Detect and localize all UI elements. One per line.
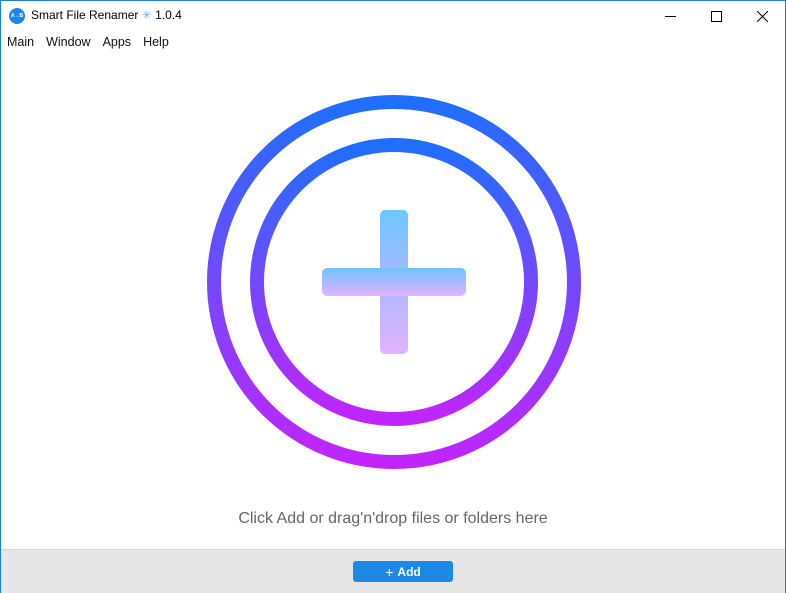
menu-apps[interactable]: Apps [97, 32, 138, 52]
drop-hint-text: Click Add or drag'n'drop files or folder… [238, 510, 548, 527]
app-window: A→B Smart File Renamer ✳ 1.0.4 Main Wind… [0, 0, 786, 593]
menu-main[interactable]: Main [1, 32, 40, 52]
close-button[interactable] [739, 1, 785, 31]
footer-bar: + Add [1, 549, 785, 593]
add-button[interactable]: + Add [353, 561, 453, 582]
menu-help[interactable]: Help [137, 32, 175, 52]
app-logo-icon: A→B [9, 8, 25, 24]
plus-sign [322, 210, 466, 354]
menu-window[interactable]: Window [40, 32, 96, 52]
app-version: 1.0.4 [155, 8, 182, 22]
maximize-icon [710, 10, 722, 22]
app-name: Smart File Renamer [31, 8, 139, 22]
add-circle-icon[interactable] [206, 94, 582, 470]
drop-zone[interactable]: Click Add or drag'n'drop files or folder… [1, 53, 785, 549]
plus-icon: + [385, 563, 394, 580]
minimize-icon [664, 15, 676, 17]
add-button-label: Add [397, 564, 421, 579]
close-icon [756, 10, 768, 22]
menu-bar: Main Window Apps Help [1, 32, 175, 52]
title-bar[interactable]: A→B Smart File Renamer ✳ 1.0.4 [1, 1, 785, 31]
window-title: Smart File Renamer ✳ 1.0.4 [31, 8, 182, 22]
separator-icon: ✳ [141, 8, 152, 22]
maximize-button[interactable] [693, 1, 739, 31]
minimize-button[interactable] [647, 1, 693, 31]
